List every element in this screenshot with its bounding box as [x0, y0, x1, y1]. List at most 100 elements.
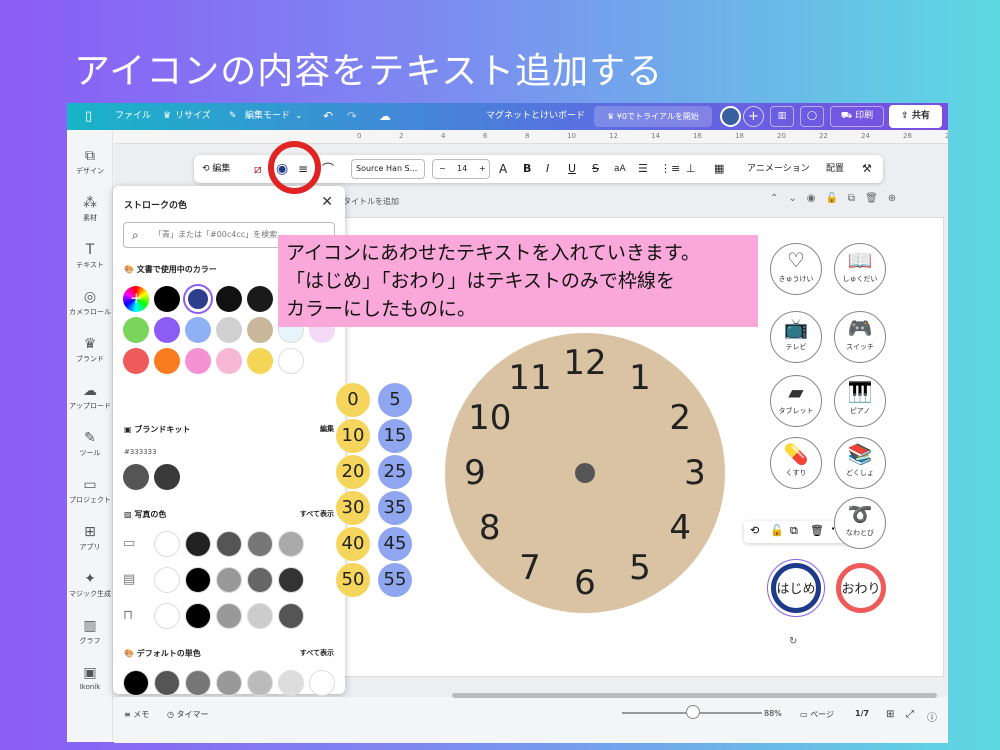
color-swatch[interactable] — [247, 317, 273, 343]
photo-color-swatch[interactable] — [154, 603, 180, 629]
text-color-icon[interactable]: A — [499, 155, 507, 183]
activity-icon-magnet[interactable]: ➰ なわとび — [834, 497, 886, 549]
rotate-icon[interactable]: ↻ — [789, 636, 797, 647]
sidebar-item[interactable]: ◎ カメラロール — [67, 289, 113, 317]
corner-radius-icon[interactable]: ⌒ — [322, 155, 334, 183]
default-color-swatch[interactable] — [216, 670, 242, 696]
brand-color-swatch[interactable] — [123, 464, 149, 490]
color-swatch[interactable] — [185, 348, 211, 374]
chevron-down-icon[interactable]: ⌄ — [295, 103, 303, 130]
print-button[interactable]: ⛟ 印刷 — [830, 106, 884, 127]
color-swatch[interactable] — [278, 348, 304, 374]
minute-magnet[interactable]: 55 — [378, 563, 412, 597]
minute-magnet[interactable]: 25 — [378, 455, 412, 489]
spacing-icon[interactable]: ⊥ — [686, 155, 696, 183]
color-swatch[interactable] — [247, 286, 273, 312]
add-color-button[interactable]: + — [123, 286, 149, 312]
insights-icon[interactable]: ▥ — [770, 106, 794, 127]
photo-color-swatch[interactable] — [278, 531, 304, 557]
horizontal-scrollbar[interactable] — [452, 693, 937, 698]
panel-icon[interactable]: ▯ — [85, 103, 92, 130]
sidebar-item[interactable]: ⁂ 素材 — [67, 195, 113, 223]
activity-icon-magnet[interactable]: ♡ きゅうけい — [770, 243, 822, 295]
photo-color-swatch[interactable] — [247, 531, 273, 557]
sidebar-item[interactable]: ⊞ アプリ — [67, 524, 113, 552]
sidebar-item[interactable]: ▥ グラフ — [67, 618, 113, 646]
avatar[interactable] — [720, 106, 741, 127]
photo-color-swatch[interactable] — [278, 567, 304, 593]
lock-icon[interactable]: 🔓 — [770, 524, 784, 537]
close-icon[interactable]: ✕ — [321, 194, 333, 210]
color-swatch[interactable] — [123, 317, 149, 343]
undo-icon[interactable]: ↶ — [323, 103, 333, 130]
activity-icon-magnet[interactable]: 💊 くすり — [770, 437, 822, 489]
minute-magnet[interactable]: 10 — [336, 419, 370, 453]
brand-edit-link[interactable]: 編集 — [320, 424, 334, 434]
default-show-all-link[interactable]: すべて表示 — [300, 648, 334, 658]
sidebar-item[interactable]: ✦ マジック生成 — [67, 571, 113, 599]
resize-button[interactable]: リサイズ — [175, 103, 211, 130]
color-swatch[interactable] — [154, 286, 180, 312]
default-color-swatch[interactable] — [247, 670, 273, 696]
align-icon[interactable]: ☰ — [638, 155, 648, 183]
sidebar-item[interactable]: ✎ ツール — [67, 430, 113, 458]
photo-color-swatch[interactable] — [216, 603, 242, 629]
minute-magnet[interactable]: 40 — [336, 527, 370, 561]
list-icon[interactable]: ⋮≡ — [660, 155, 680, 183]
default-color-swatch[interactable] — [185, 670, 211, 696]
edit-button[interactable]: ⟲ 編集 — [202, 155, 230, 183]
color-swatch[interactable] — [123, 348, 149, 374]
increase-size-button[interactable]: + — [479, 160, 486, 178]
zoom-level[interactable]: 88% — [764, 709, 782, 718]
default-color-swatch[interactable] — [123, 670, 149, 696]
photo-color-swatch[interactable] — [216, 567, 242, 593]
minute-magnet[interactable]: 15 — [378, 419, 412, 453]
share-button[interactable]: ⇪ 共有 — [889, 105, 942, 128]
font-size-stepper[interactable]: − 14 + — [432, 159, 490, 179]
decrease-size-button[interactable]: − — [439, 160, 446, 178]
activity-icon-magnet[interactable]: 📚 どくしょ — [834, 437, 886, 489]
bold-icon[interactable]: B — [523, 155, 531, 183]
case-icon[interactable]: aA — [614, 155, 626, 183]
font-select[interactable]: Source Han S... — [351, 159, 425, 179]
activity-icon-magnet[interactable]: 🎮 スイッチ — [834, 311, 886, 363]
end-circle[interactable]: おわり — [836, 563, 886, 613]
activity-icon-magnet[interactable]: 📖 しゅくだい — [834, 243, 886, 295]
photo-color-swatch[interactable] — [154, 531, 180, 557]
comment-icon[interactable]: ◯ — [800, 106, 824, 127]
activity-icon-magnet[interactable]: ▰ タブレット — [770, 375, 822, 427]
strikethrough-icon[interactable]: S — [592, 155, 599, 183]
file-menu[interactable]: ファイル — [115, 103, 151, 130]
underline-icon[interactable]: U — [568, 155, 576, 183]
minute-magnet[interactable]: 45 — [378, 527, 412, 561]
color-swatch[interactable] — [185, 286, 211, 312]
color-swatch[interactable] — [216, 317, 242, 343]
no-fill-icon[interactable]: ⧄ — [254, 155, 262, 183]
photo-show-all-link[interactable]: すべて表示 — [300, 509, 334, 519]
page-controls[interactable]: ⌃⌄◉🔓⧉🗑⊕ — [770, 193, 906, 204]
sidebar-item[interactable]: ♛ ブランド — [67, 336, 113, 364]
minute-magnet[interactable]: 0 — [336, 383, 370, 417]
page-title-input[interactable]: タイトルを追加 — [343, 196, 399, 207]
minute-magnet[interactable]: 20 — [336, 455, 370, 489]
minute-magnet[interactable]: 30 — [336, 491, 370, 525]
photo-color-swatch[interactable] — [185, 567, 211, 593]
minute-magnet[interactable]: 50 — [336, 563, 370, 597]
color-swatch[interactable] — [154, 317, 180, 343]
font-size-value[interactable]: 14 — [457, 160, 467, 178]
trial-button[interactable]: ♛ ¥0でトライアルを開始 — [594, 106, 712, 127]
photo-color-swatch[interactable] — [247, 603, 273, 629]
color-swatch[interactable] — [216, 348, 242, 374]
memo-button[interactable]: ≡ メモ — [124, 709, 149, 720]
grid-view-icon[interactable]: ⊞ — [886, 709, 894, 720]
redo-icon[interactable]: ↷ — [347, 103, 357, 130]
duplicate-icon[interactable]: ⧉ — [790, 524, 798, 538]
help-icon[interactable]: ⓘ — [927, 709, 937, 724]
default-color-swatch[interactable] — [278, 670, 304, 696]
photo-color-swatch[interactable] — [278, 603, 304, 629]
sidebar-item[interactable]: ☁ アップロード — [67, 383, 113, 411]
default-color-swatch[interactable] — [309, 670, 335, 696]
timer-button[interactable]: ◷ タイマー — [167, 709, 209, 720]
italic-icon[interactable]: I — [546, 155, 549, 183]
default-color-swatch[interactable] — [154, 670, 180, 696]
